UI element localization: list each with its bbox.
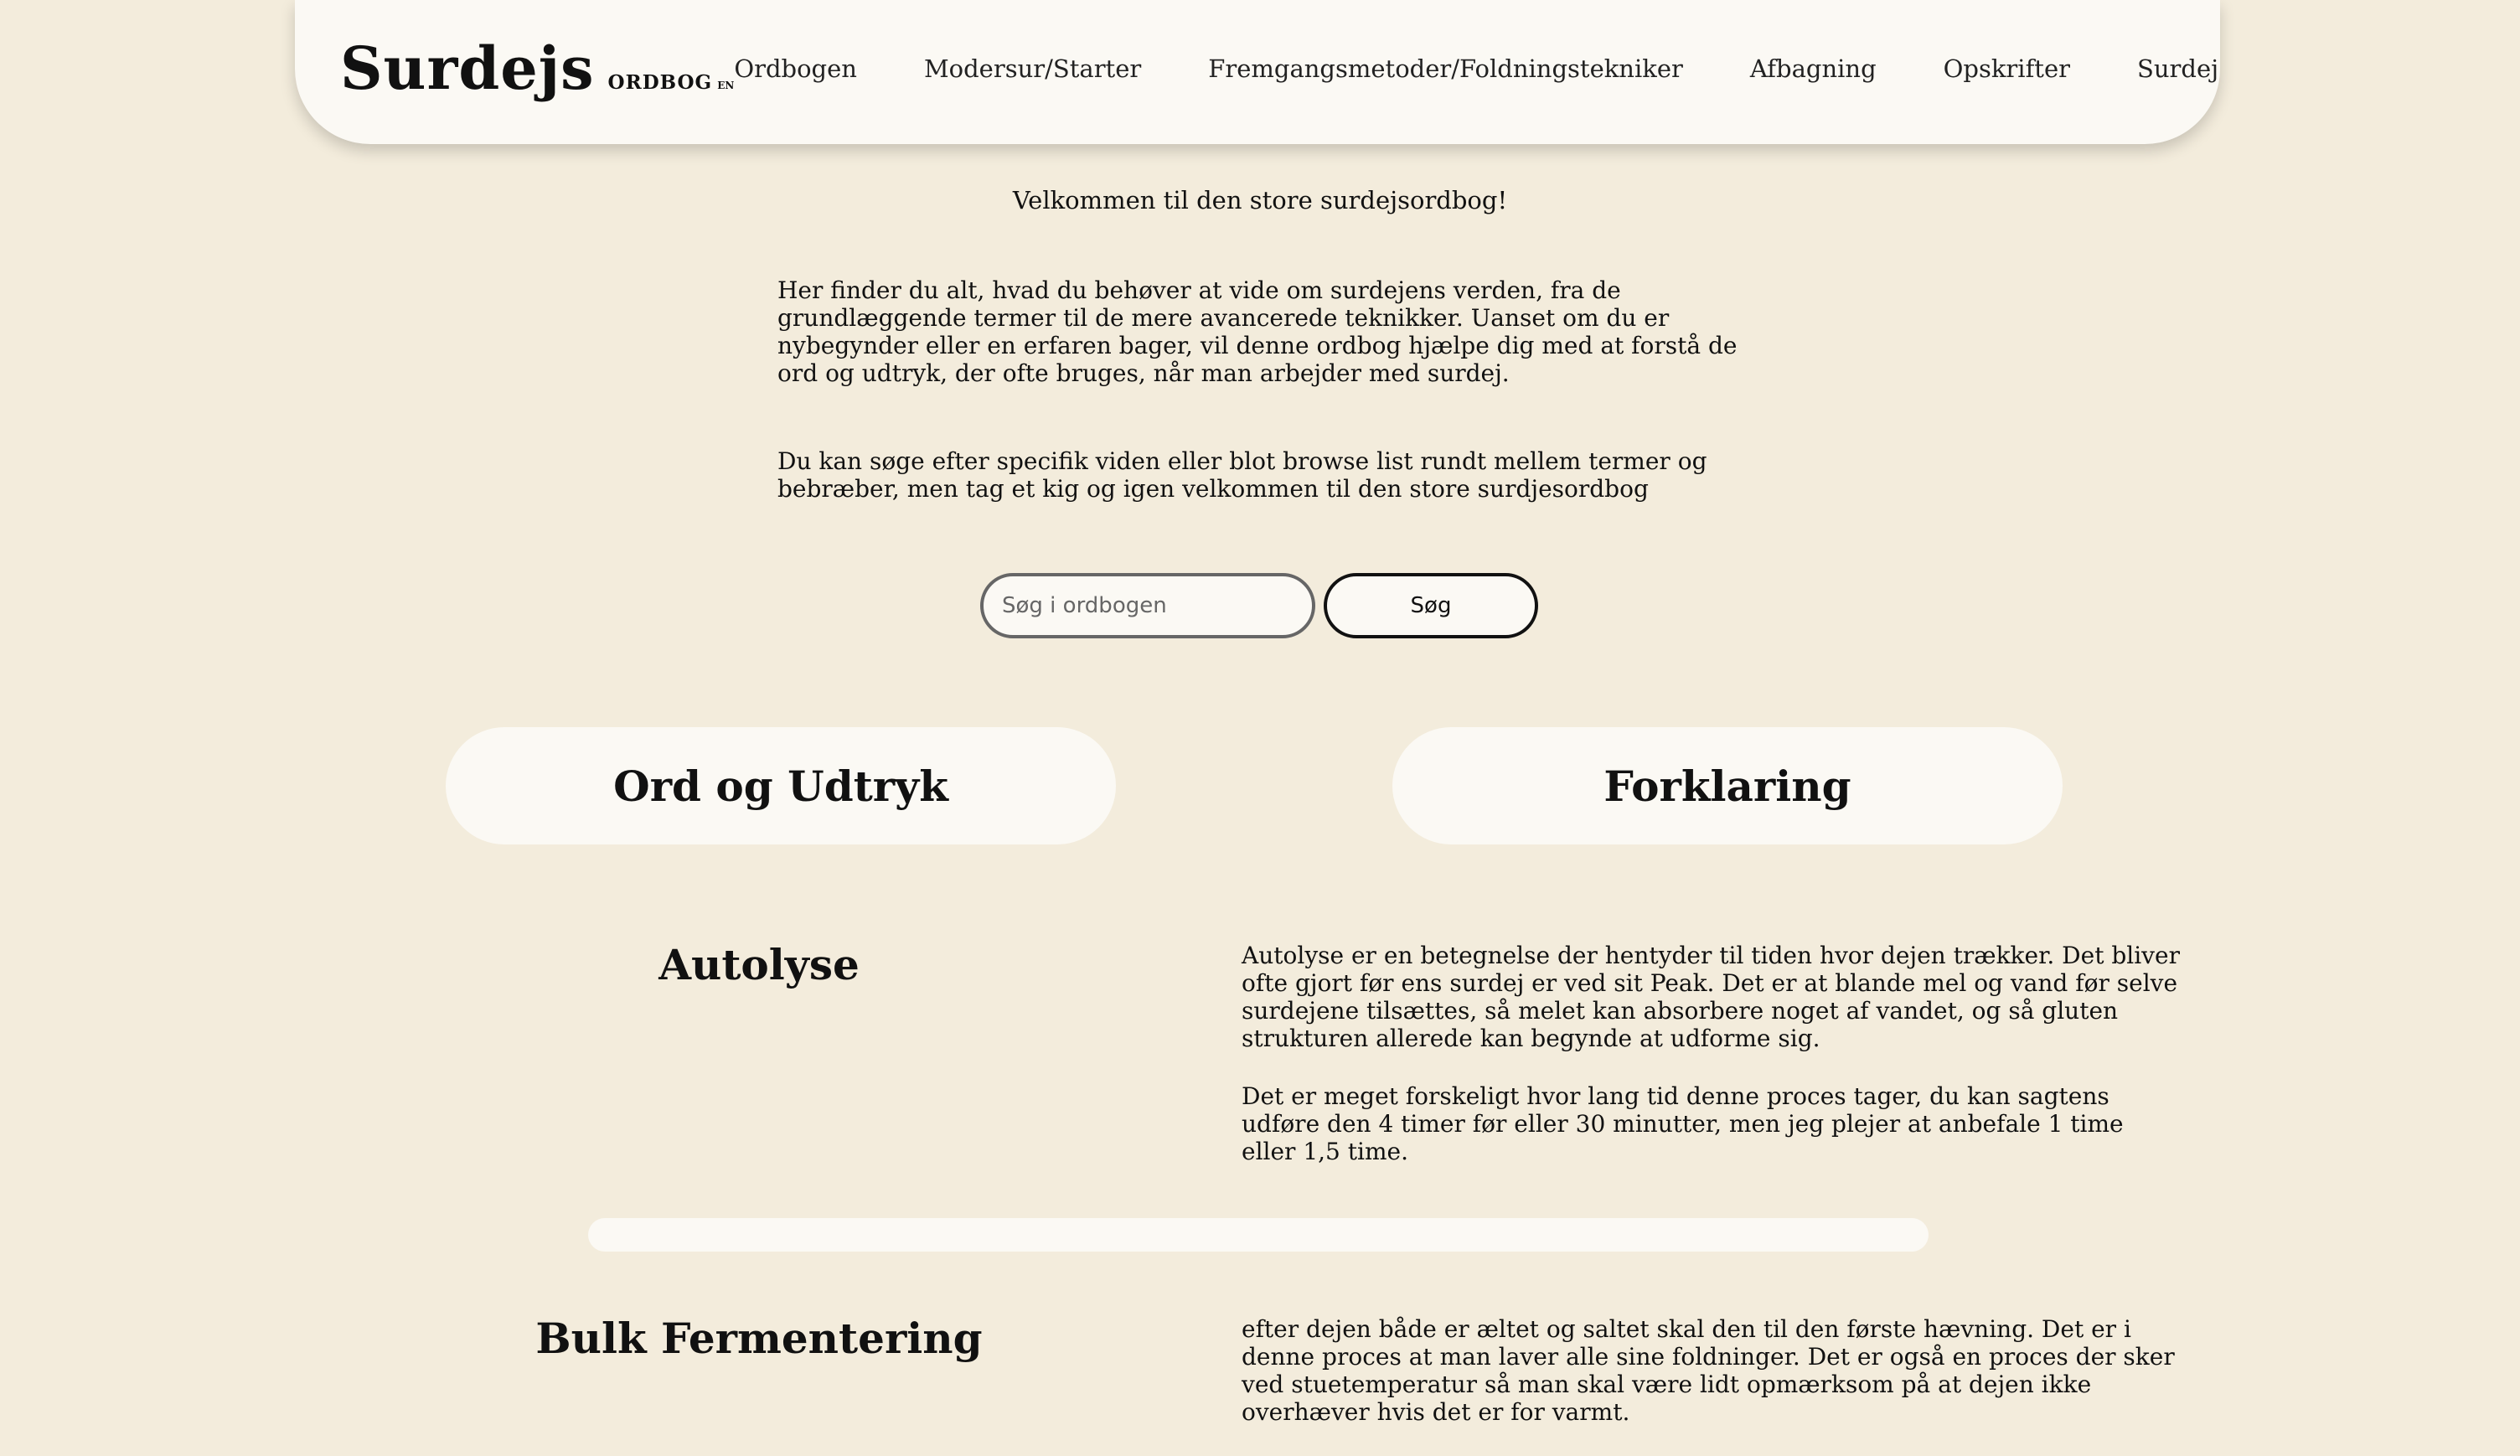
site-header: Surdejs ORDBOG EN Ordbogen Modersur/Star… [295,0,2220,144]
nav-item-opskrifter[interactable]: Opskrifter [1944,54,2070,83]
search-button[interactable]: Søg [1324,573,1538,638]
nav-item-fremgangsmetoder[interactable]: Fremgangsmetoder/Foldningstekniker [1208,54,1683,83]
explanation-paragraph: Autolyse er en betegnelse der hentyder t… [1242,942,2180,1052]
entry-divider [588,1218,1929,1252]
search-input[interactable] [980,573,1315,638]
logo-title: Surdejs [340,33,595,103]
term-autolyse: Autolyse [658,940,860,989]
intro-paragraph-2: Du kan søge efter specifik viden eller b… [777,447,1707,503]
logo-subtitle: ORDBOG [607,70,713,94]
site-logo[interactable]: Surdejs ORDBOG EN [340,34,734,103]
explanation-paragraph: Det er meget forskeligt hvor lang tid de… [1242,1082,2124,1165]
welcome-heading: Velkommen til den store surdejsordbog! [1012,186,1508,214]
explanation-autolyse: Autolyse er en betegnelse der hentyder t… [1242,942,2180,1195]
nav-item-surdej[interactable]: Surdej [2137,54,2218,83]
main-nav: Ordbogen Modersur/Starter Fremgangsmetod… [734,54,2218,83]
nav-item-modersur[interactable]: Modersur/Starter [924,54,1141,83]
nav-item-ordbogen[interactable]: Ordbogen [734,54,857,83]
explanation-column-header: Forklaring [1392,727,2063,844]
nav-item-afbagning[interactable]: Afbagning [1750,54,1877,83]
explanation-bulk-fermentering: efter dejen både er æltet og saltet skal… [1242,1315,2180,1456]
intro-paragraph-1: Her finder du alt, hvad du behøver at vi… [777,276,1738,387]
search-bar: Søg [980,573,1538,638]
terms-column-header: Ord og Udtryk [446,727,1116,844]
explanation-paragraph: efter dejen både er æltet og saltet skal… [1242,1315,2175,1426]
term-bulk-fermentering: Bulk Fermentering [535,1314,983,1363]
language-toggle[interactable]: EN [717,80,734,91]
